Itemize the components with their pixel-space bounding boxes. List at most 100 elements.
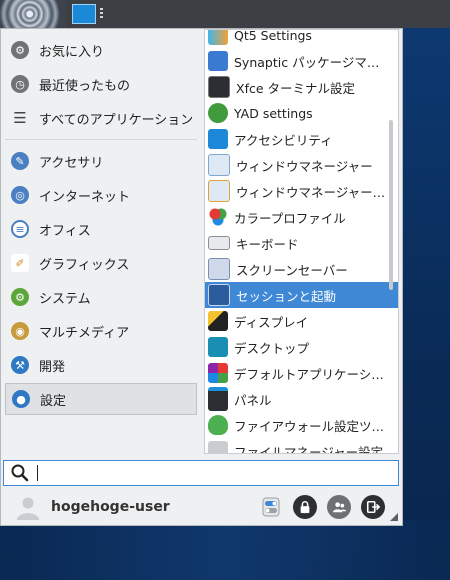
app-item-file-manager-settings[interactable]: ファイルマネージャー設定: [205, 438, 398, 454]
app-label: パネル: [234, 392, 272, 408]
app-item-xfce-terminal-settings[interactable]: Xfce ターミナル設定: [205, 74, 398, 100]
app-label: デフォルトアプリケーシ…: [234, 366, 384, 382]
app-label: カラープロファイル: [234, 210, 346, 226]
switch-user-button[interactable]: [327, 495, 351, 519]
settings-manager-button[interactable]: [259, 495, 283, 519]
lock-icon: [300, 501, 310, 514]
search-input[interactable]: [38, 462, 398, 484]
speaker-icon: ◉: [11, 322, 29, 340]
app-item-panel[interactable]: パネル: [205, 386, 398, 412]
app-label: Qt5 Settings: [234, 29, 312, 43]
logout-button[interactable]: [361, 495, 385, 519]
app-label: スクリーンセーバー: [236, 262, 348, 278]
category-label: グラフィックス: [39, 257, 130, 273]
app-label: ウィンドウマネージャー…: [236, 184, 386, 200]
yad-icon: [208, 103, 228, 123]
category-label: 開発: [39, 359, 66, 375]
app-item-yad-settings[interactable]: YAD settings: [205, 100, 398, 126]
category-internet[interactable]: ◎ インターネット: [5, 180, 197, 210]
accessibility-icon: [208, 129, 228, 149]
category-recent[interactable]: ◷ 最近使ったもの: [5, 69, 197, 99]
brush-icon: ✎: [11, 152, 29, 170]
package-icon: [208, 51, 228, 71]
app-label: ディスプレイ: [234, 314, 309, 330]
keyboard-icon: [208, 236, 230, 250]
app-item-color-profiles[interactable]: カラープロファイル: [205, 204, 398, 230]
app-label: ファイルマネージャー設定: [234, 444, 384, 454]
app-label: ウィンドウマネージャー: [236, 158, 373, 174]
category-label: 設定: [40, 393, 67, 409]
gear-icon: ⚙: [11, 41, 29, 59]
app-label: Synaptic パッケージマ…: [234, 54, 380, 70]
desktop-icon: [208, 337, 228, 357]
category-label: アクセサリ: [39, 155, 104, 171]
app-label: デスクトップ: [234, 340, 310, 356]
list-icon: ☰: [13, 109, 27, 127]
resize-handle[interactable]: [390, 513, 398, 521]
app-item-keyboard[interactable]: キーボード: [205, 230, 398, 256]
application-list: Qt5 Settings Synaptic パッケージマ… Xfce ターミナル…: [204, 29, 399, 454]
app-label: Xfce ターミナル設定: [236, 80, 356, 96]
document-icon: ≡: [11, 220, 29, 238]
category-office[interactable]: ≡ オフィス: [5, 214, 197, 244]
default-apps-icon: [208, 363, 228, 383]
window-icon: [208, 154, 230, 176]
qt-icon: [208, 30, 228, 45]
category-favorites[interactable]: ⚙ お気に入り: [5, 35, 197, 65]
color-profile-icon: [208, 207, 228, 227]
app-item-window-manager[interactable]: ウィンドウマネージャー: [205, 152, 398, 178]
app-item-firewall[interactable]: ファイアウォール設定ツ…: [205, 412, 398, 438]
search-icon: [11, 464, 29, 482]
category-settings[interactable]: ● 設定: [5, 383, 197, 415]
toggle-settings-icon: [262, 497, 280, 517]
app-item-synaptic[interactable]: Synaptic パッケージマ…: [205, 48, 398, 74]
scrollbar[interactable]: [389, 120, 393, 290]
globe-icon: ◎: [11, 186, 29, 204]
logout-icon: [366, 500, 380, 514]
switch-user-icon: [332, 501, 346, 512]
app-label: キーボード: [236, 236, 299, 252]
category-list: ⚙ お気に入り ◷ 最近使ったもの ☰ すべてのアプリケーション ✎ アクセサリ…: [1, 29, 201, 449]
category-graphics[interactable]: ✐ グラフィックス: [5, 248, 197, 278]
terminal-icon: [208, 76, 230, 98]
category-accessories[interactable]: ✎ アクセサリ: [5, 146, 197, 176]
clock-icon: ◷: [11, 75, 29, 93]
category-development[interactable]: ⚒ 開発: [5, 350, 197, 380]
app-label: セッションと起動: [236, 288, 337, 304]
panel-icon: [208, 387, 228, 411]
app-item-qt5-settings[interactable]: Qt5 Settings: [205, 29, 398, 48]
app-item-desktop[interactable]: デスクトップ: [205, 334, 398, 360]
app-item-session-startup[interactable]: セッションと起動: [205, 282, 398, 308]
panel-handle-icon[interactable]: [100, 8, 103, 20]
hammer-icon: ⚒: [11, 356, 29, 374]
toggle-icon: ●: [12, 390, 30, 408]
category-label: すべてのアプリケーション: [39, 112, 194, 128]
app-label: アクセシビリティ: [234, 132, 333, 148]
whisker-menu-button[interactable]: [0, 0, 66, 28]
app-item-window-manager-tweaks[interactable]: ウィンドウマネージャー…: [205, 178, 398, 204]
category-multimedia[interactable]: ◉ マルチメディア: [5, 316, 197, 346]
app-item-accessibility[interactable]: アクセシビリティ: [205, 126, 398, 152]
rocket-icon: [208, 284, 230, 306]
file-manager-icon: [208, 441, 228, 453]
window-tweaks-icon: [208, 180, 230, 202]
separator: [5, 139, 197, 140]
app-label: YAD settings: [234, 105, 313, 121]
category-label: インターネット: [39, 189, 131, 205]
shield-icon: [208, 415, 228, 435]
lock-screen-button[interactable]: [293, 495, 317, 519]
pencil-icon: ✐: [11, 254, 29, 272]
category-system[interactable]: ⚙ システム: [5, 282, 197, 312]
app-item-screensaver[interactable]: スクリーンセーバー: [205, 256, 398, 282]
user-name: hogehoge-user: [51, 499, 170, 515]
app-item-default-applications[interactable]: デフォルトアプリケーシ…: [205, 360, 398, 386]
top-panel: [0, 0, 450, 28]
app-item-display[interactable]: ディスプレイ: [205, 308, 398, 334]
category-label: 最近使ったもの: [39, 78, 131, 94]
category-all-applications[interactable]: ☰ すべてのアプリケーション: [5, 103, 197, 133]
category-label: マルチメディア: [39, 325, 130, 341]
workspace-switcher[interactable]: [72, 4, 96, 24]
whisker-menu: ⚙ お気に入り ◷ 最近使ったもの ☰ すべてのアプリケーション ✎ アクセサリ…: [0, 28, 403, 526]
search-box[interactable]: [3, 460, 399, 486]
screensaver-icon: [208, 258, 230, 280]
